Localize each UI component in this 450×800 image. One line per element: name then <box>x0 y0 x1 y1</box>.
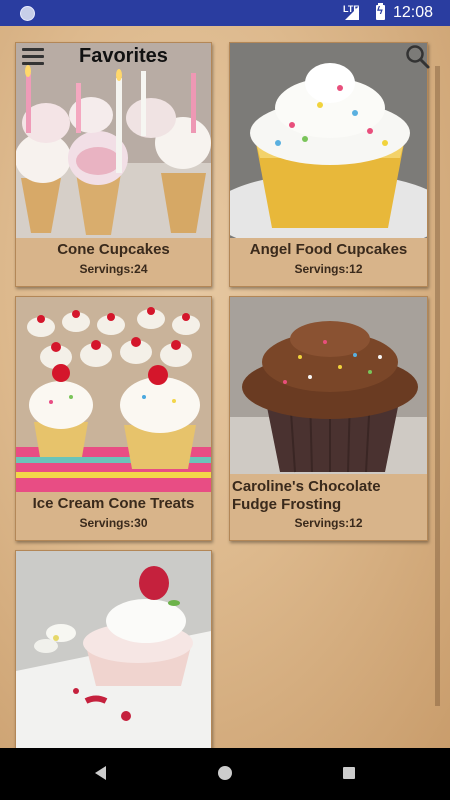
search-icon[interactable] <box>405 44 431 70</box>
system-nav-bar <box>0 748 450 800</box>
recipe-card-chocolate-fudge-frosting[interactable]: Caroline's Chocolate Fudge Frosting Serv… <box>229 296 428 541</box>
recents-icon[interactable] <box>343 767 355 779</box>
recipe-card-ice-cream-cone-treats[interactable]: Ice Cream Cone Treats Servings:30 <box>15 296 212 541</box>
back-icon[interactable] <box>95 766 106 780</box>
charging-icon: ϟ <box>377 5 383 17</box>
recipe-name: Caroline's Chocolate Fudge Frosting <box>232 478 381 513</box>
scrollbar[interactable] <box>435 66 440 706</box>
status-bar: LTE ϟ 12:08 <box>0 0 450 26</box>
network-type: LTE <box>343 4 360 14</box>
recipe-servings: Servings:30 <box>79 516 148 530</box>
recipe-name: Ice Cream Cone Treats <box>32 495 195 512</box>
clock: 12:08 <box>393 4 434 21</box>
recipe-servings: Servings:24 <box>79 262 148 276</box>
recipe-name: Angel Food Cupcakes <box>249 241 408 258</box>
recipe-card-raspberry-cheesecake[interactable] <box>15 550 212 750</box>
recipe-image <box>16 551 211 749</box>
recipe-servings: Servings:12 <box>294 516 363 530</box>
recipe-image <box>16 297 211 492</box>
app-bar: Favorites <box>10 36 430 80</box>
hamburger-menu-icon[interactable] <box>22 48 44 66</box>
home-icon[interactable] <box>218 766 232 780</box>
recipe-servings: Servings:12 <box>294 262 363 276</box>
page-title: Favorites <box>79 45 168 67</box>
notification-icon <box>20 6 35 21</box>
recipe-name: Cone Cupcakes <box>57 241 170 258</box>
recipe-image <box>230 297 427 474</box>
